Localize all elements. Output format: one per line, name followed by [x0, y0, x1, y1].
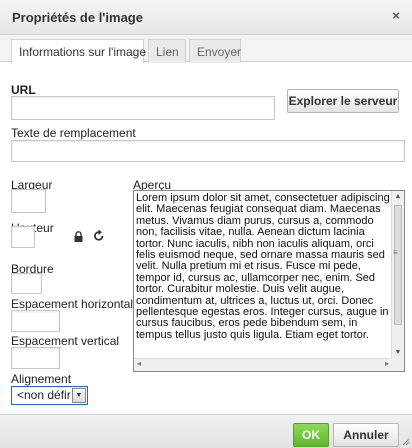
scroll-up-icon[interactable]: ▲	[394, 193, 402, 200]
tab-image-info[interactable]: Informations sur l'image	[11, 39, 146, 63]
alignment-label: Alignement	[11, 372, 72, 386]
vspace-input[interactable]	[11, 347, 60, 369]
horizontal-scrollbar[interactable]: ◂ ▸	[134, 358, 392, 371]
alignment-selected-value: <non défir	[17, 388, 71, 402]
cancel-button[interactable]: Annuler	[333, 423, 399, 447]
preview-box[interactable]: Lorem ipsum dolor sit amet, consectetuer…	[133, 190, 405, 372]
border-input[interactable]	[11, 273, 42, 294]
url-label: URL	[11, 83, 36, 97]
tab-upload[interactable]: Envoyer	[189, 39, 241, 63]
url-input[interactable]	[11, 96, 275, 120]
lock-icon[interactable]	[73, 231, 84, 242]
hspace-input[interactable]	[11, 310, 60, 332]
scroll-down-icon[interactable]: ▼	[394, 349, 402, 356]
tab-link[interactable]: Lien	[148, 39, 186, 63]
width-input[interactable]	[11, 189, 46, 213]
vspace-label: Espacement vertical	[11, 334, 120, 348]
tab-bar: Informations sur l'image Lien Envoyer	[0, 35, 412, 63]
chevron-down-icon[interactable]: ▼	[72, 388, 86, 403]
height-input[interactable]	[11, 226, 35, 248]
scroll-grip-icon: ≡	[393, 248, 398, 257]
scroll-right-icon[interactable]: ▸	[385, 359, 389, 368]
preview-text: Lorem ipsum dolor sit amet, consectetuer…	[136, 193, 390, 341]
scroll-left-icon[interactable]: ◂	[137, 359, 141, 368]
hspace-label: Espacement horizontal	[11, 297, 134, 311]
scroll-corner	[391, 358, 404, 371]
close-icon[interactable]: ×	[389, 8, 403, 23]
dialog-titlebar: Propriétés de l'image ×	[0, 0, 412, 35]
alignment-select[interactable]: <non défir ▼	[11, 386, 88, 405]
reset-size-icon[interactable]	[93, 229, 105, 243]
alt-text-label: Texte de remplacement	[11, 126, 136, 140]
dialog-title: Propriétés de l'image	[12, 10, 143, 25]
scroll-thumb[interactable]	[394, 205, 402, 325]
resize-grip-icon[interactable]	[402, 438, 410, 446]
alt-text-input[interactable]	[11, 140, 405, 162]
ok-button[interactable]: OK	[293, 423, 329, 447]
browse-server-button[interactable]: Explorer le serveur	[287, 89, 399, 113]
vertical-scrollbar[interactable]: ▲ ≡ ▼	[391, 191, 404, 358]
